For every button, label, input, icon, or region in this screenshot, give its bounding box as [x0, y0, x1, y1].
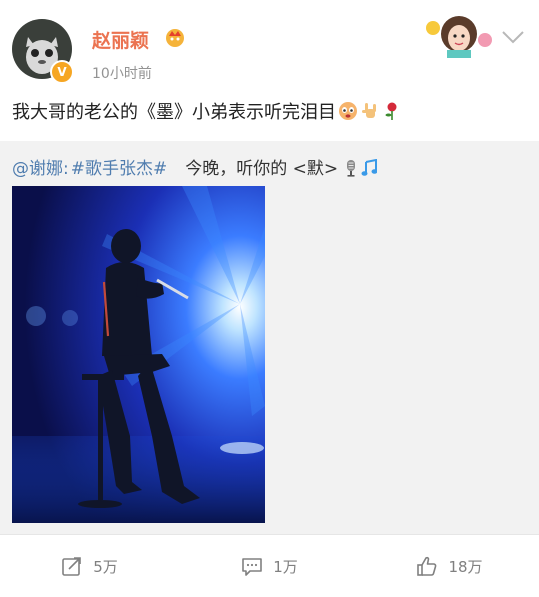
post-body: 我大哥的老公的《墨》小弟表示听完泪目: [12, 98, 402, 124]
repost-text: @谢娜: #歌手张杰# 今晚，听你的 <默>: [12, 154, 378, 179]
mention-separator: :: [63, 159, 69, 179]
rock-hand-icon: [362, 103, 376, 118]
post-timestamp: 10小时前: [92, 66, 152, 82]
username[interactable]: 赵丽颖: [92, 26, 149, 53]
like-count: 18万: [448, 557, 483, 576]
repost-button[interactable]: 5万: [0, 535, 179, 597]
music-note-icon: [361, 159, 378, 176]
cover-sticker-image: [426, 16, 492, 58]
post-header: V 赵丽颖 10小时前: [0, 0, 539, 92]
mention-link[interactable]: @谢娜: [12, 159, 63, 179]
concert-photo-image: [12, 186, 265, 523]
microphone-icon: [347, 160, 356, 177]
comment-button[interactable]: 1万: [180, 535, 359, 597]
repost-count: 5万: [93, 557, 118, 576]
repost-body-text: 今晚，听你的 <默>: [185, 159, 339, 179]
action-bar: 5万 1万 18万: [0, 534, 539, 597]
like-button[interactable]: 18万: [360, 535, 539, 597]
comment-icon: [242, 558, 263, 576]
verified-v-badge-icon: V: [50, 60, 74, 84]
rose-icon: [385, 102, 397, 120]
thumbs-up-icon: [417, 556, 437, 576]
vip-crown-badge-icon: [166, 29, 184, 47]
post-photo[interactable]: [12, 186, 265, 523]
post-body-text: 我大哥的老公的《墨》小弟表示听完泪目: [12, 102, 336, 123]
chevron-down-icon[interactable]: [500, 28, 526, 46]
crying-face-icon: [339, 102, 357, 120]
topic-link[interactable]: #歌手张杰#: [71, 159, 168, 179]
repost-icon: [62, 557, 82, 576]
comment-count: 1万: [273, 557, 298, 576]
